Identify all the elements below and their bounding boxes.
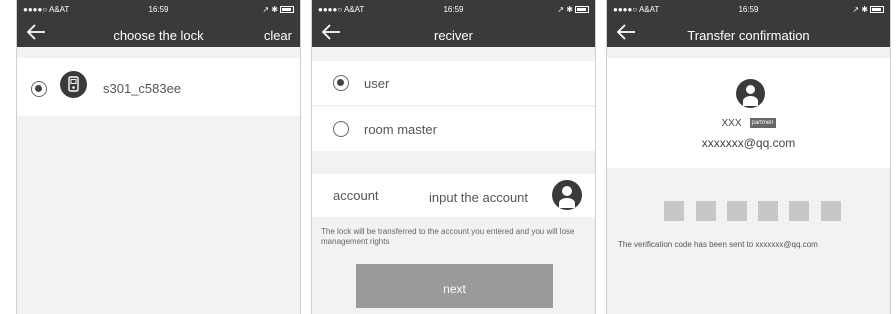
code-digit-box[interactable]: [664, 201, 684, 221]
status-bar: ●●●●○ A&AT 16:59 ↗ ✱: [607, 0, 890, 17]
code-digit-box[interactable]: [696, 201, 716, 221]
verification-message: The verification code has been sent to x…: [618, 240, 818, 249]
code-digit-box[interactable]: [758, 201, 778, 221]
status-right-icons: ↗ ✱: [557, 5, 573, 14]
transfer-notice: The lock will be transferred to the acco…: [321, 227, 575, 246]
lock-name: s301_c583ee: [103, 81, 182, 96]
recipient-email: xxxxxxx@qq.com: [701, 136, 796, 150]
code-digit-box[interactable]: [821, 201, 841, 221]
status-icons: ↗ ✱: [557, 5, 589, 14]
room-master-radio[interactable]: [333, 121, 349, 137]
battery-icon: [575, 6, 589, 14]
account-row: account input the account: [312, 174, 595, 217]
clock-label: 16:59: [148, 5, 169, 14]
option-room-master-label: room master: [364, 122, 437, 137]
status-bar: ●●●●○ A&AT 16:59 ↗ ✱: [312, 0, 595, 17]
user-radio[interactable]: [333, 75, 349, 91]
phone-lock-icon: [60, 71, 87, 98]
status-right-icons: ↗ ✱: [262, 5, 278, 14]
lock-list-item[interactable]: s301_c583ee: [17, 58, 300, 116]
next-button[interactable]: next: [356, 264, 553, 308]
department-tag: partmen: [749, 118, 776, 129]
contact-avatar-icon[interactable]: [552, 180, 582, 210]
account-input[interactable]: input the account: [429, 190, 528, 205]
clear-button[interactable]: clear: [264, 28, 292, 43]
option-user[interactable]: user: [312, 61, 595, 105]
recipient-card: XXX partmen xxxxxxx@qq.com: [607, 58, 890, 168]
page-title: reciver: [433, 28, 473, 43]
clock-label: 16:59: [443, 5, 464, 14]
status-bar: ●●●●○ A&AT 16:59 ↗ ✱: [17, 0, 300, 17]
screen-receiver: ●●●●○ A&AT 16:59 ↗ ✱ reciver user room m…: [311, 0, 596, 314]
header-bar: ●●●●○ A&AT 16:59 ↗ ✱ choose the lock cle…: [17, 0, 300, 47]
screen-transfer-confirmation: ●●●●○ A&AT 16:59 ↗ ✱ Transfer confirmati…: [606, 0, 891, 314]
screen-choose-lock: ●●●●○ A&AT 16:59 ↗ ✱ choose the lock cle…: [16, 0, 301, 314]
option-user-label: user: [364, 76, 390, 91]
battery-icon: [280, 6, 294, 14]
header-bar: ●●●●○ A&AT 16:59 ↗ ✱ Transfer confirmati…: [607, 0, 890, 47]
code-digit-box[interactable]: [789, 201, 809, 221]
option-room-master[interactable]: room master: [312, 107, 595, 151]
user-avatar-icon: [736, 79, 765, 108]
recipient-name-line: XXX partmen: [607, 118, 890, 129]
battery-icon: [870, 6, 884, 14]
recipient-name: XXX: [721, 118, 742, 129]
status-icons: ↗ ✱: [262, 5, 294, 14]
account-label: account: [333, 188, 379, 203]
page-title: Transfer confirmation: [687, 28, 810, 43]
header-bar: ●●●●○ A&AT 16:59 ↗ ✱ reciver: [312, 0, 595, 47]
lock-radio[interactable]: [31, 81, 47, 97]
code-digit-box[interactable]: [727, 201, 747, 221]
page-title: choose the lock: [113, 28, 204, 43]
status-icons: ↗ ✱: [852, 5, 884, 14]
status-right-icons: ↗ ✱: [852, 5, 868, 14]
clock-label: 16:59: [738, 5, 759, 14]
